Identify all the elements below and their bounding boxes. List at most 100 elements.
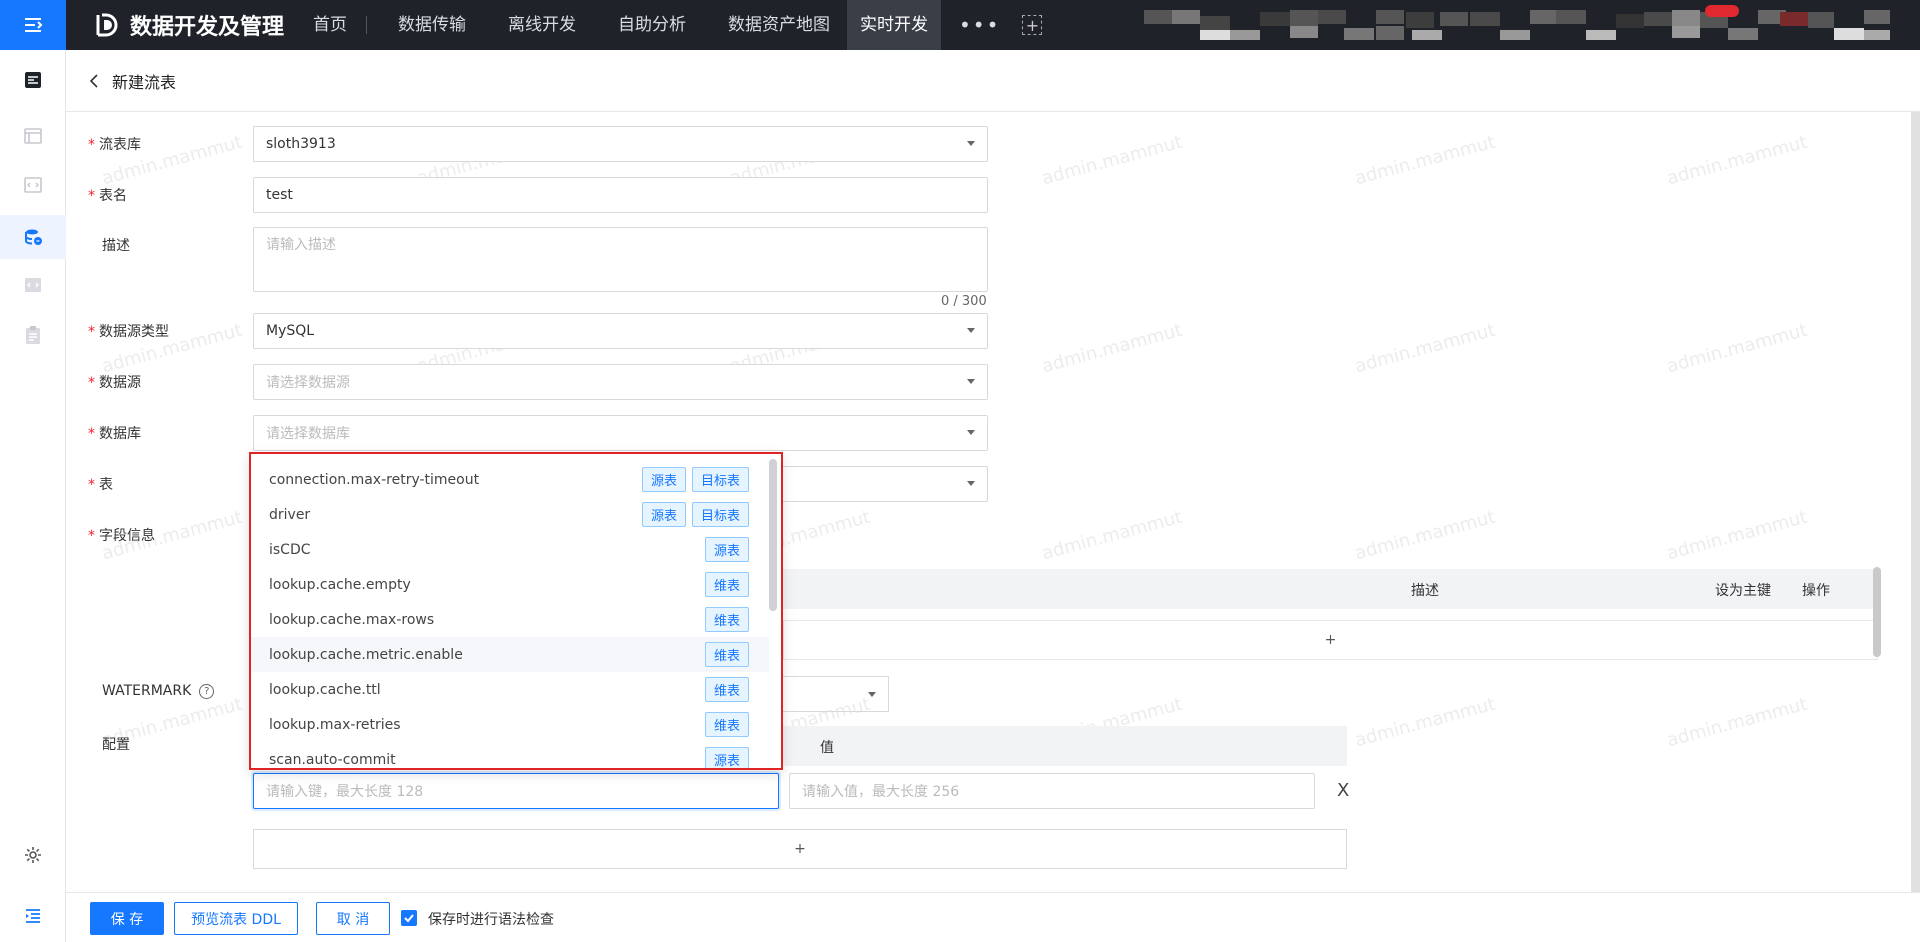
more-icon[interactable]: ••• — [941, 13, 1018, 37]
syntax-check-checkbox[interactable] — [401, 910, 417, 926]
help-icon[interactable]: ? — [199, 683, 215, 699]
field-table-header: 描述 设为主键 操作 — [783, 569, 1878, 609]
table-name-label: * 表名 — [88, 188, 127, 204]
page-header: 新建流表 — [66, 50, 1920, 112]
watermark-text: admin.mammut — [1352, 506, 1498, 565]
col-primary-key: 设为主键 — [1715, 583, 1771, 599]
watermark-text: admin.mammut — [1352, 131, 1498, 190]
watermark-text: admin.mammut — [1039, 319, 1185, 378]
dropdown-option[interactable]: lookup.max-retries 维表 — [251, 707, 769, 742]
dropdown-option[interactable]: isCDC 源表 — [251, 532, 769, 567]
settings-icon[interactable] — [19, 841, 47, 869]
page-title: 新建流表 — [112, 72, 177, 92]
config-label: 配置 — [102, 737, 130, 753]
nav-offline-dev[interactable]: 离线开发 — [495, 0, 589, 50]
chevron-down-icon — [967, 141, 975, 146]
tag-dimension: 维表 — [704, 642, 749, 667]
watermark-select[interactable] — [783, 676, 889, 712]
config-key-dropdown: connection.max-retry-timeout 源表 目标表 drive… — [249, 452, 783, 770]
stream-db-label: * 流表库 — [88, 137, 141, 153]
sidebar-clipboard-icon[interactable] — [19, 321, 47, 349]
sidebar — [0, 50, 66, 942]
table-scrollbar[interactable] — [1873, 567, 1881, 657]
chevron-down-icon — [967, 430, 975, 435]
config-key-input[interactable]: 请输入键，最大长度 128 — [253, 773, 779, 809]
app-title: 数据开发及管理 — [130, 15, 285, 40]
page-scrollbar[interactable] — [1911, 112, 1920, 892]
tag-target: 目标表 — [691, 467, 749, 492]
syntax-check-label: 保存时进行语法检查 — [428, 912, 554, 928]
top-bar: 数据开发及管理 首页 数据传输 离线开发 自助分析 数据资产地图 实时开发 ••… — [0, 0, 1920, 50]
nav-data-transfer[interactable]: 数据传输 — [385, 0, 479, 50]
nav-self-analysis[interactable]: 自助分析 — [605, 0, 699, 50]
nav-asset-map[interactable]: 数据资产地图 — [715, 0, 843, 50]
nav-realtime-dev[interactable]: 实时开发 — [847, 0, 941, 50]
watermark-text: admin.mammut — [1664, 131, 1810, 190]
back-icon[interactable] — [86, 72, 104, 90]
dropdown-scrollbar[interactable] — [769, 459, 777, 611]
dropdown-option[interactable]: driver 源表 目标表 — [251, 497, 769, 532]
add-config-button[interactable]: + — [253, 829, 1347, 869]
sidebar-code-icon[interactable] — [19, 171, 47, 199]
tag-source: 源表 — [641, 467, 686, 492]
tag-source: 源表 — [641, 502, 686, 527]
dropdown-option[interactable]: lookup.cache.empty 维表 — [251, 567, 769, 602]
dropdown-option[interactable]: lookup.cache.metric.enable 维表 — [251, 637, 769, 672]
sidebar-list-icon[interactable] — [19, 122, 47, 150]
watermark-text: admin.mammut — [1664, 319, 1810, 378]
check-icon — [404, 914, 414, 923]
nav-divider — [366, 16, 367, 34]
chevron-down-icon — [868, 692, 876, 697]
user-info-redacted — [1144, 8, 1900, 42]
char-counter: 0 / 300 — [941, 294, 987, 309]
menu-icon — [25, 18, 43, 32]
col-value: 值 — [820, 740, 834, 756]
source-type-select[interactable]: MySQL — [253, 313, 988, 349]
description-textarea[interactable]: 请输入描述 — [253, 227, 988, 292]
datasource-label: * 数据源 — [88, 375, 141, 391]
add-tab-icon[interactable]: + — [1022, 15, 1043, 35]
table-name-input[interactable]: test — [253, 177, 988, 213]
tag-dimension: 维表 — [704, 712, 749, 737]
tag-source: 源表 — [704, 747, 749, 768]
watermark-text: admin.mammut — [1664, 693, 1810, 752]
cancel-button[interactable]: 取 消 — [316, 902, 390, 935]
source-type-label: * 数据源类型 — [88, 324, 169, 340]
watermark-label: WATERMARK? — [102, 683, 215, 699]
footer-actions: 保 存 预览流表 DDL 取 消 保存时进行语法检查 — [66, 892, 1920, 942]
table-label: * 表 — [88, 477, 113, 493]
sidebar-script-icon[interactable] — [19, 271, 47, 299]
save-button[interactable]: 保 存 — [90, 902, 164, 935]
database-select[interactable]: 请选择数据库 — [253, 415, 988, 451]
preview-ddl-button[interactable]: 预览流表 DDL — [174, 902, 298, 935]
logo-icon — [96, 13, 118, 37]
close-icon[interactable]: X — [1337, 780, 1349, 801]
config-value-input[interactable]: 请输入值，最大长度 256 — [789, 773, 1315, 809]
watermark-text: admin.mammut — [1352, 319, 1498, 378]
description-label: 描述 — [102, 238, 130, 254]
config-table-header: 值 — [783, 726, 1347, 766]
stream-db-select[interactable]: sloth3913 — [253, 126, 988, 162]
col-operation: 操作 — [1802, 583, 1830, 599]
dropdown-option[interactable]: lookup.cache.max-rows 维表 — [251, 602, 769, 637]
database-label: * 数据库 — [88, 426, 141, 442]
tag-dimension: 维表 — [704, 572, 749, 597]
dropdown-option[interactable]: connection.max-retry-timeout 源表 目标表 — [251, 462, 769, 497]
notification-badge — [1705, 5, 1739, 17]
chevron-down-icon — [967, 379, 975, 384]
fields-label: * 字段信息 — [88, 528, 155, 544]
collapse-sidebar-icon[interactable] — [19, 902, 47, 930]
tag-dimension: 维表 — [704, 607, 749, 632]
brand[interactable]: 数据开发及管理 — [94, 0, 284, 50]
sidebar-database-icon[interactable] — [19, 223, 47, 251]
menu-toggle-button[interactable] — [0, 0, 66, 50]
sidebar-dashboard-icon[interactable] — [19, 66, 47, 94]
dropdown-option[interactable]: scan.auto-commit 源表 — [251, 742, 769, 768]
main-nav: 首页 数据传输 离线开发 自助分析 数据资产地图 实时开发 ••• + — [300, 0, 1043, 50]
chevron-down-icon — [967, 328, 975, 333]
dropdown-option[interactable]: lookup.cache.ttl 维表 — [251, 672, 769, 707]
chevron-down-icon — [967, 481, 975, 486]
nav-home[interactable]: 首页 — [300, 0, 360, 50]
datasource-select[interactable]: 请选择数据源 — [253, 364, 988, 400]
add-field-button[interactable]: + — [783, 620, 1878, 660]
